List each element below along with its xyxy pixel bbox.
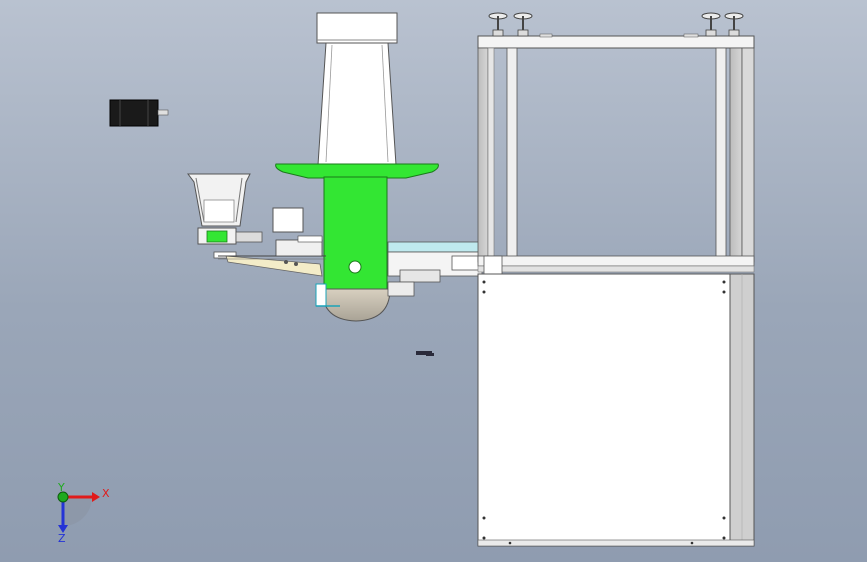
machine-assembly-drawing: X Y Z <box>57 12 755 547</box>
upper-frame <box>477 35 755 277</box>
green-flange <box>275 163 439 179</box>
green-column <box>321 176 391 322</box>
small-bracket <box>416 351 434 356</box>
x-axis-label: X <box>102 487 110 500</box>
stepper-motor <box>109 99 169 127</box>
z-axis-label: Z <box>58 532 66 545</box>
foot-1 <box>488 12 508 37</box>
foot-2 <box>513 12 533 37</box>
hopper-funnel <box>316 12 398 166</box>
foot-3 <box>701 12 721 37</box>
leveling-feet <box>488 12 744 38</box>
y-axis-label: Y <box>57 481 65 494</box>
foot-4 <box>724 12 744 37</box>
cad-viewport[interactable]: X Y Z <box>0 0 867 562</box>
lower-cabinet <box>477 273 755 547</box>
xyz-axis-triad-icon: X Y Z <box>57 481 110 545</box>
